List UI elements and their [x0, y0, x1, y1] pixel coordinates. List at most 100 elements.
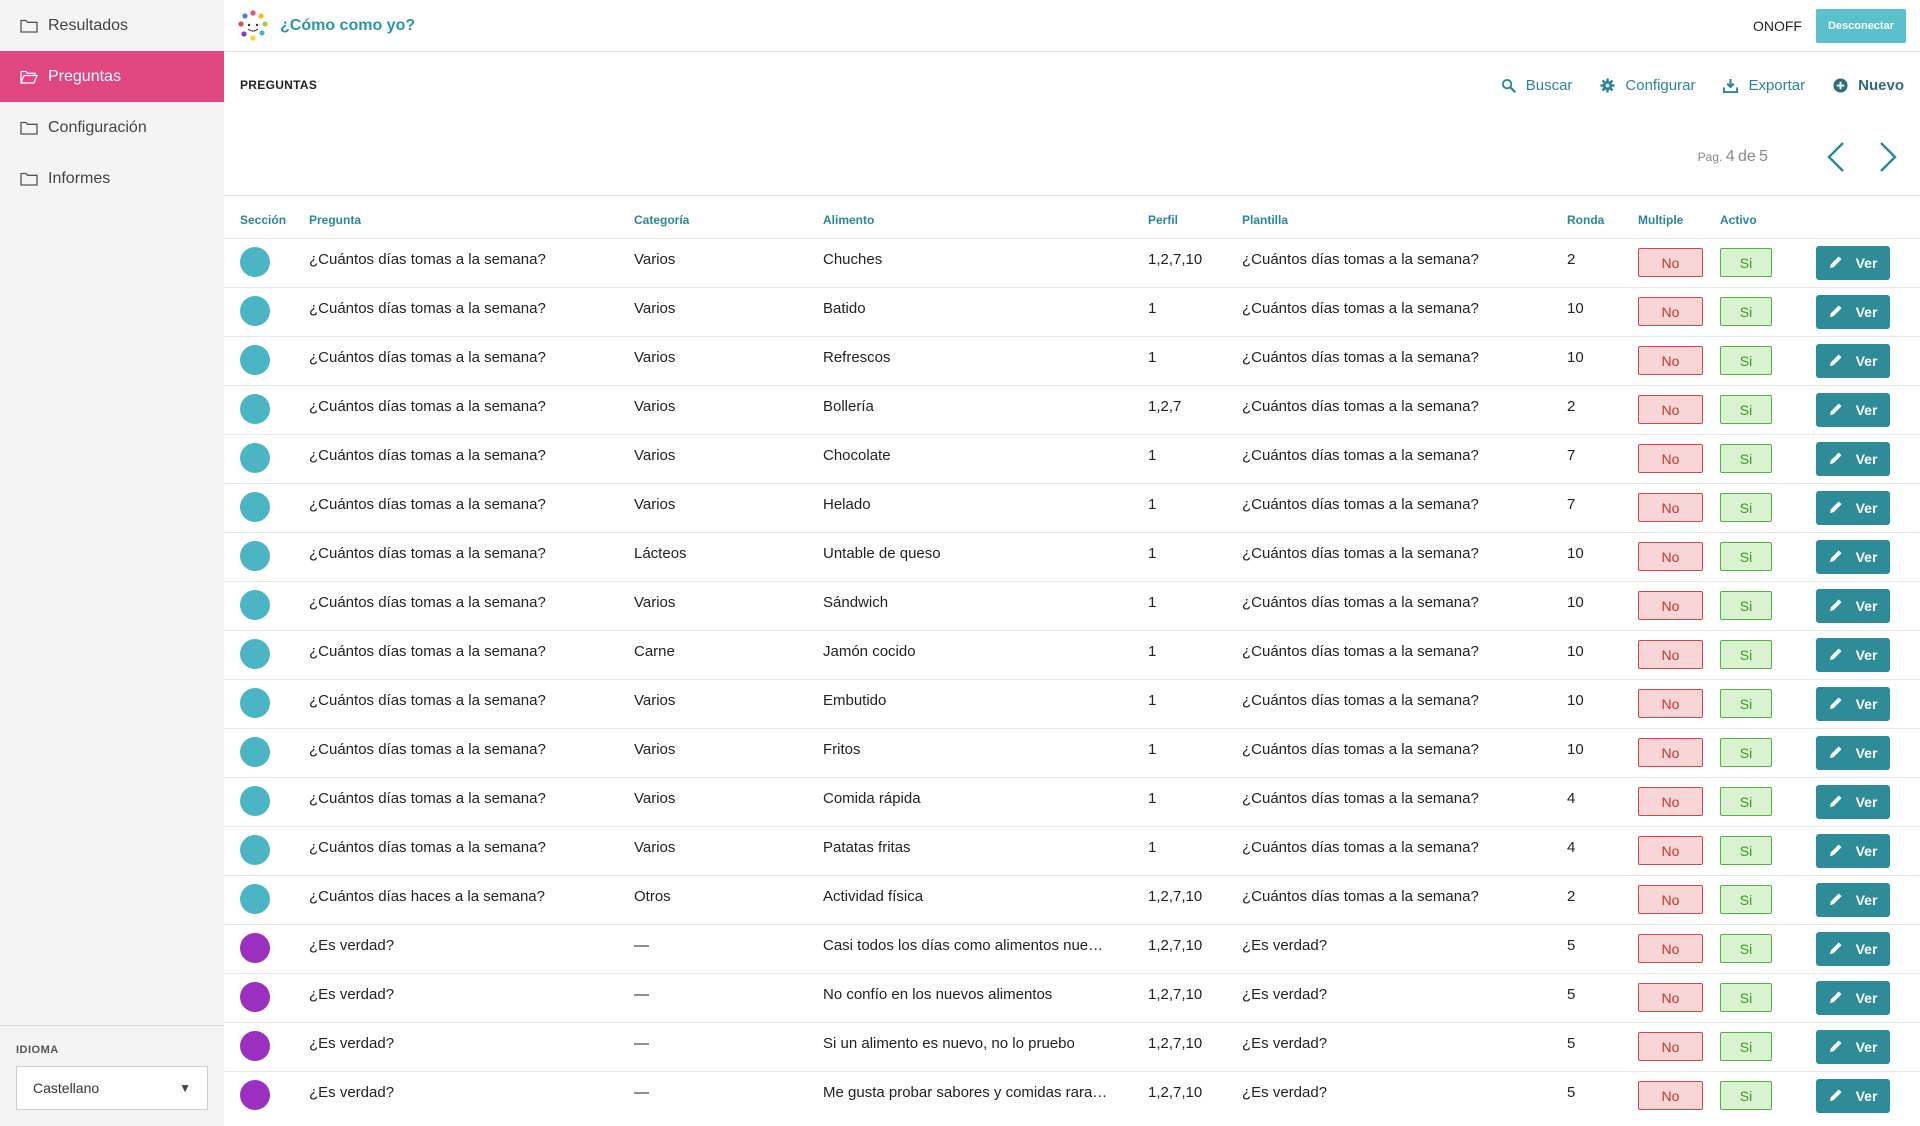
cell-plantilla: ¿Cuántos días tomas a la semana? [1242, 874, 1567, 924]
view-button[interactable]: Ver [1816, 245, 1890, 280]
view-button[interactable]: Ver [1816, 686, 1890, 721]
column-header-pregunta[interactable]: Pregunta [309, 196, 634, 238]
multiple-no-badge[interactable]: No [1638, 983, 1703, 1012]
view-button[interactable]: Ver [1816, 735, 1890, 770]
active-si-badge[interactable]: Si [1720, 738, 1772, 767]
multiple-no-badge[interactable]: No [1638, 248, 1703, 277]
view-button[interactable]: Ver [1816, 931, 1890, 966]
sidebar-item-preguntas[interactable]: Preguntas [0, 51, 224, 102]
cell-plantilla: ¿Es verdad? [1242, 1070, 1567, 1120]
cell-perfil: 1 [1148, 727, 1242, 777]
multiple-no-badge[interactable]: No [1638, 297, 1703, 326]
cell-pregunta: ¿Cuántos días tomas a la semana? [309, 580, 634, 630]
pencil-icon [1829, 648, 1842, 661]
multiple-no-badge[interactable]: No [1638, 885, 1703, 914]
view-button[interactable]: Ver [1816, 539, 1890, 574]
view-button[interactable]: Ver [1816, 588, 1890, 623]
onoff-label: ONOFF [1752, 17, 1802, 34]
multiple-no-badge[interactable]: No [1638, 640, 1703, 669]
cell-perfil: 1,2,7,10 [1148, 1070, 1242, 1120]
active-si-badge[interactable]: Si [1720, 395, 1772, 424]
pencil-icon [1829, 599, 1842, 612]
active-si-badge[interactable]: Si [1720, 640, 1772, 669]
view-button[interactable]: Ver [1816, 882, 1890, 917]
active-si-badge[interactable]: Si [1720, 346, 1772, 375]
multiple-no-badge[interactable]: No [1638, 787, 1703, 816]
column-header-categoria[interactable]: Categoría [634, 196, 823, 238]
column-header-plantilla[interactable]: Plantilla [1242, 196, 1567, 238]
multiple-no-badge[interactable]: No [1638, 591, 1703, 620]
active-si-badge[interactable]: Si [1720, 542, 1772, 571]
multiple-no-badge[interactable]: No [1638, 1081, 1703, 1111]
sidebar-item-configuracion[interactable]: Configuración [0, 102, 224, 153]
disconnect-button[interactable]: Desconectar [1815, 8, 1906, 43]
search-button[interactable]: Buscar [1501, 76, 1573, 94]
active-si-badge[interactable]: Si [1720, 689, 1772, 718]
view-button[interactable]: Ver [1816, 441, 1890, 476]
configure-button[interactable]: Configurar [1600, 77, 1695, 94]
view-button[interactable]: Ver [1816, 1078, 1890, 1113]
multiple-no-badge[interactable]: No [1638, 444, 1703, 473]
sidebar-item-resultados[interactable]: Resultados [0, 0, 224, 51]
multiple-no-badge[interactable]: No [1638, 493, 1703, 522]
column-header-activo[interactable]: Activo [1720, 196, 1816, 238]
column-header-perfil[interactable]: Perfil [1148, 196, 1242, 238]
cell-alimento: Casi todos los días como alimentos nue… [823, 923, 1148, 973]
view-button[interactable]: Ver [1816, 392, 1890, 427]
app-title[interactable]: ¿Cómo como yo? [280, 17, 415, 35]
multiple-no-badge[interactable]: No [1638, 689, 1703, 718]
active-si-badge[interactable]: Si [1720, 591, 1772, 620]
next-page-button[interactable] [1876, 140, 1900, 174]
cell-plantilla: ¿Cuántos días tomas a la semana? [1242, 776, 1567, 826]
folder-open-icon [20, 70, 38, 84]
active-si-badge[interactable]: Si [1720, 1081, 1772, 1111]
export-label: Exportar [1748, 76, 1806, 94]
multiple-no-badge[interactable]: No [1638, 1032, 1703, 1061]
view-button[interactable]: Ver [1816, 980, 1890, 1015]
cell-categoria: Carne [634, 629, 823, 679]
cell-categoria: Varios [634, 286, 823, 336]
cell-plantilla: ¿Es verdad? [1242, 923, 1567, 973]
active-si-badge[interactable]: Si [1720, 248, 1772, 277]
active-si-badge[interactable]: Si [1720, 983, 1772, 1012]
view-label: Ver [1855, 352, 1878, 369]
view-button[interactable]: Ver [1816, 343, 1890, 378]
column-header-ronda[interactable]: Ronda [1567, 196, 1638, 238]
active-si-badge[interactable]: Si [1720, 1032, 1772, 1061]
view-button[interactable]: Ver [1816, 1029, 1890, 1064]
language-select[interactable]: Castellano ▼ [16, 1066, 208, 1110]
multiple-no-badge[interactable]: No [1638, 395, 1703, 424]
multiple-no-badge[interactable]: No [1638, 346, 1703, 375]
active-si-badge[interactable]: Si [1720, 836, 1772, 865]
search-label: Buscar [1525, 76, 1573, 94]
sidebar-item-informes[interactable]: Informes [0, 153, 224, 204]
active-si-badge[interactable]: Si [1720, 297, 1772, 326]
export-button[interactable]: Exportar [1723, 77, 1805, 94]
view-button[interactable]: Ver [1816, 833, 1890, 868]
active-si-badge[interactable]: Si [1720, 444, 1772, 473]
active-si-badge[interactable]: Si [1720, 493, 1772, 522]
plus-circle-icon [1833, 77, 1848, 93]
cell-perfil: 1 [1148, 629, 1242, 679]
cell-multiple: No [1638, 482, 1720, 532]
cell-alimento: No confío en los nuevos alimentos [823, 972, 1148, 1022]
multiple-no-badge[interactable]: No [1638, 934, 1703, 963]
prev-page-button[interactable] [1824, 140, 1848, 174]
column-header-multiple[interactable]: Multiple [1638, 196, 1720, 238]
column-header-seccion[interactable]: Sección [224, 196, 309, 238]
active-si-badge[interactable]: Si [1720, 787, 1772, 816]
cell-pregunta: ¿Cuántos días tomas a la semana? [309, 678, 634, 728]
multiple-no-badge[interactable]: No [1638, 542, 1703, 571]
active-si-badge[interactable]: Si [1720, 885, 1772, 914]
new-button[interactable]: Nuevo [1833, 77, 1904, 94]
multiple-no-badge[interactable]: No [1638, 738, 1703, 767]
view-button[interactable]: Ver [1816, 490, 1890, 525]
view-button[interactable]: Ver [1816, 784, 1890, 819]
cell-activo: Si [1720, 580, 1816, 630]
column-header-alimento[interactable]: Alimento [823, 196, 1148, 238]
multiple-no-badge[interactable]: No [1638, 836, 1703, 865]
active-si-badge[interactable]: Si [1720, 934, 1772, 963]
view-button[interactable]: Ver [1816, 294, 1890, 329]
view-button[interactable]: Ver [1816, 637, 1890, 672]
cell-activo: Si [1720, 825, 1816, 875]
